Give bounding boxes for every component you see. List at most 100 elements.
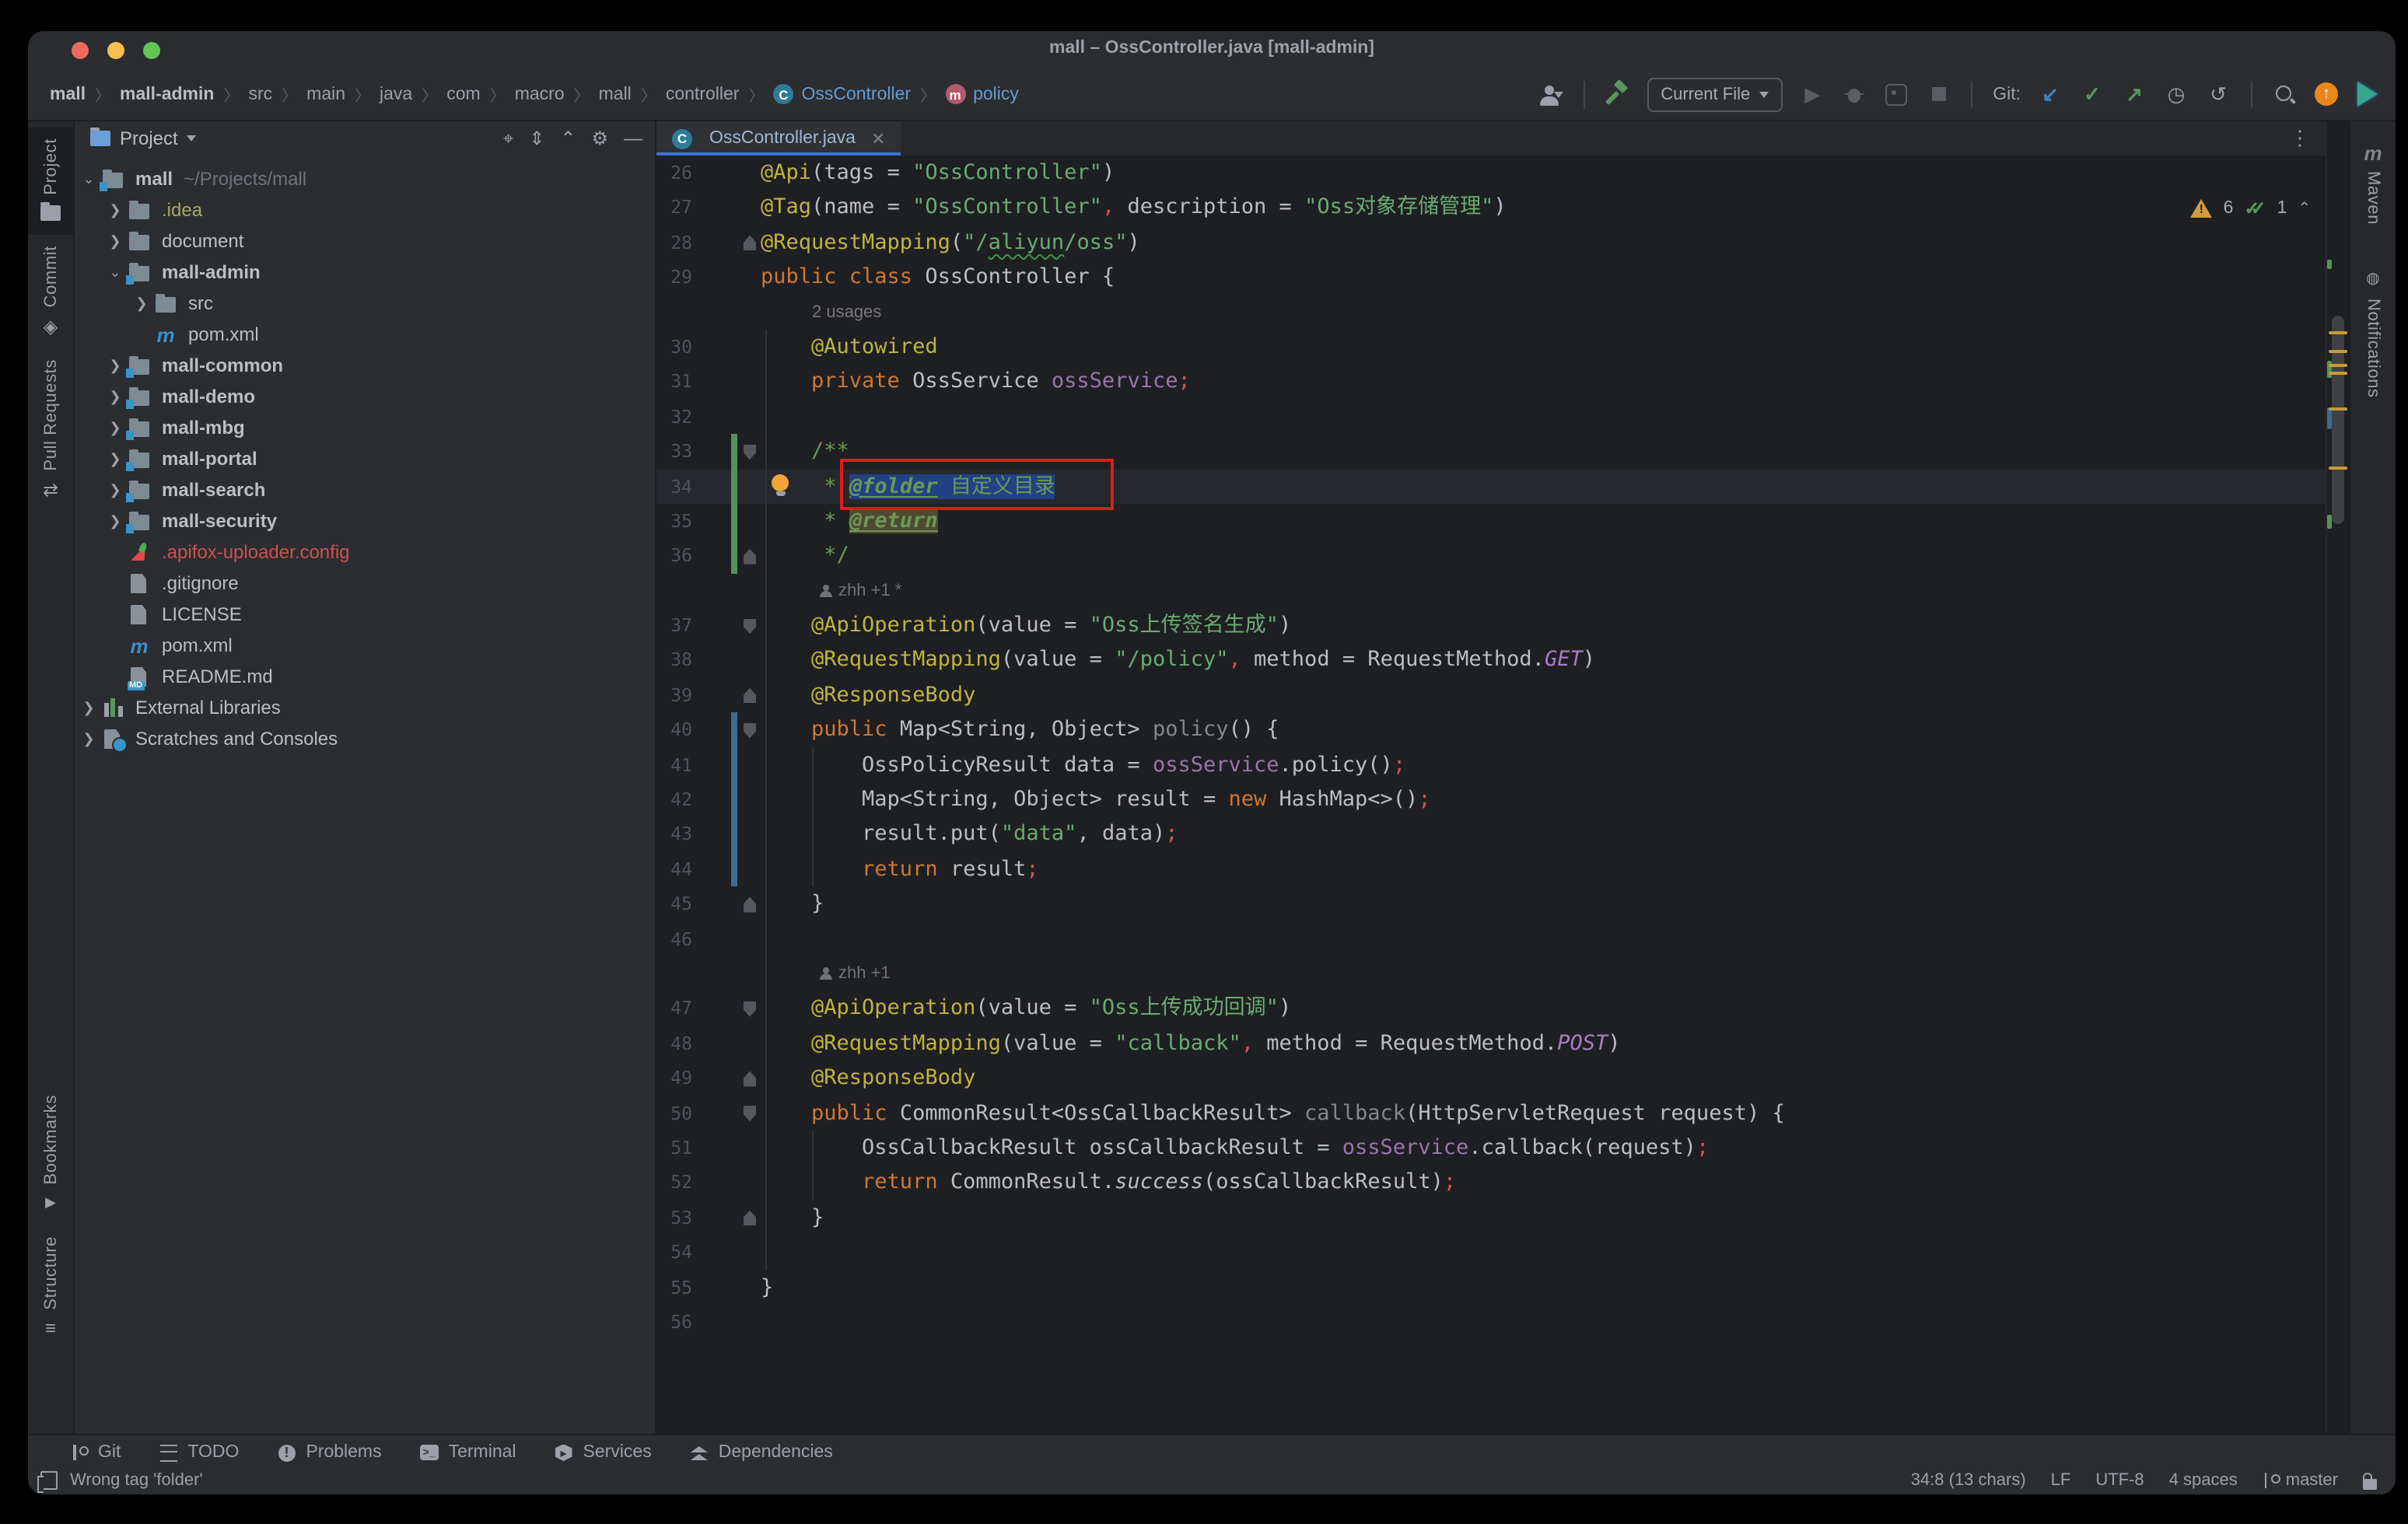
git-update-icon[interactable]: ↙ <box>2038 82 2063 107</box>
breadcrumb-item-macro[interactable]: macro <box>515 85 565 103</box>
caret-position[interactable]: 34:8 (13 chars) <box>1911 1471 2026 1490</box>
chevron-right-icon[interactable]: ❯ <box>107 201 123 218</box>
build-hammer-icon[interactable] <box>1605 82 1629 107</box>
sidebar-item-commit[interactable]: Commit◈ <box>28 236 73 348</box>
vcs-author-inlay[interactable]: zhh +1 <box>818 959 891 989</box>
tree-item-mall-portal[interactable]: ❯mall-portal <box>75 443 655 474</box>
vcs-change-marker[interactable] <box>731 539 737 574</box>
tree-item-pom-xml[interactable]: mpom.xml <box>75 319 655 350</box>
chevron-right-icon[interactable]: ❯ <box>107 388 123 405</box>
tool-window-button-services[interactable]: ▸Services <box>554 1442 652 1463</box>
rollback-icon[interactable]: ↺ <box>2206 82 2231 107</box>
breadcrumb-item-src[interactable]: src <box>248 85 272 103</box>
chevron-right-icon[interactable]: ❯ <box>107 357 123 374</box>
sidebar-item-bookmarks[interactable]: Bookmarks▶ <box>28 1084 73 1225</box>
stop-icon[interactable] <box>1926 82 1951 107</box>
search-everywhere-icon[interactable] <box>2273 82 2298 107</box>
chevron-right-icon[interactable]: ❯ <box>81 699 96 716</box>
breadcrumb-item-com[interactable]: com <box>446 85 480 103</box>
chevron-right-icon[interactable]: ❯ <box>107 419 123 436</box>
vcs-modified-stripe-mark[interactable] <box>2327 407 2332 429</box>
git-commit-check-icon[interactable]: ✓ <box>2080 82 2105 107</box>
tree-item--idea[interactable]: ❯.idea <box>75 194 655 225</box>
breadcrumb-item-controller[interactable]: controller <box>666 85 740 103</box>
tree-item-external-libraries[interactable]: ❯External Libraries <box>75 692 655 723</box>
tool-window-button-problems[interactable]: !Problems <box>276 1442 381 1463</box>
chevron-right-icon[interactable]: ❯ <box>134 295 149 312</box>
chevron-right-icon[interactable]: ❯ <box>107 450 123 467</box>
tool-window-button-todo[interactable]: TODO <box>158 1442 239 1463</box>
tree-item-mall-common[interactable]: ❯mall-common <box>75 350 655 381</box>
debug-icon[interactable] <box>1842 82 1867 107</box>
vcs-change-marker[interactable] <box>731 469 737 504</box>
sidebar-item-project[interactable]: Project <box>28 128 73 236</box>
fold-marker-icon[interactable] <box>742 618 758 634</box>
collapse-all-icon[interactable]: ⌃ <box>560 128 576 149</box>
tree-item-src[interactable]: ❯src <box>75 288 655 319</box>
git-push-icon[interactable]: ↗ <box>2122 82 2147 107</box>
tree-item--gitignore[interactable]: .gitignore <box>75 568 655 599</box>
warning-stripe-mark[interactable] <box>2329 330 2347 334</box>
sidebar-item-notifications[interactable]: ◍Notifications <box>2350 257 2396 408</box>
scrollbar-thumb[interactable] <box>2331 316 2343 524</box>
tree-item-license[interactable]: LICENSE <box>75 599 655 630</box>
fold-marker-icon[interactable] <box>742 444 758 460</box>
breadcrumb-item-java[interactable]: java <box>380 85 412 103</box>
tool-window-button-dependencies[interactable]: Dependencies <box>689 1442 833 1463</box>
tool-window-button-terminal[interactable]: >_Terminal <box>419 1442 516 1463</box>
fold-marker-icon[interactable] <box>742 723 758 739</box>
tool-window-button-git[interactable]: Git <box>68 1442 121 1463</box>
breadcrumb-item-osscontroller[interactable]: COssController <box>773 84 911 104</box>
tree-item-mall-mbg[interactable]: ❯mall-mbg <box>75 412 655 443</box>
tree-item-mall-admin[interactable]: ⌄mall-admin <box>75 257 655 288</box>
fold-marker-icon[interactable] <box>742 1001 758 1017</box>
warning-stripe-mark[interactable] <box>2329 349 2347 352</box>
usages-inlay-hint[interactable]: 2 usages <box>812 298 881 327</box>
tree-item-mall-security[interactable]: ❯mall-security <box>75 505 655 537</box>
locate-file-icon[interactable]: ⌖ <box>503 127 514 150</box>
tree-item--apifox-uploader-config[interactable]: .apifox-uploader.config <box>75 537 655 568</box>
layout-icon[interactable] <box>40 1471 58 1490</box>
unlock-icon[interactable] <box>2363 1478 2377 1489</box>
fold-marker-icon[interactable] <box>742 897 758 912</box>
warning-stripe-mark[interactable] <box>2329 363 2347 366</box>
vcs-change-marker[interactable] <box>731 852 737 887</box>
sidebar-item-maven[interactable]: mMaven <box>2350 131 2396 236</box>
vcs-change-marker[interactable] <box>731 817 737 852</box>
vcs-change-marker[interactable] <box>731 713 737 748</box>
vcs-change-marker[interactable] <box>731 504 737 539</box>
project-view-dropdown-icon[interactable] <box>187 135 197 142</box>
vcs-author-inlay[interactable]: zhh +1 * <box>818 576 901 606</box>
chevron-right-icon[interactable]: ❯ <box>107 512 123 530</box>
hide-panel-icon[interactable]: — <box>624 128 642 149</box>
fold-marker-icon[interactable] <box>742 236 758 251</box>
tree-item-document[interactable]: ❯document <box>75 225 655 257</box>
file-encoding[interactable]: UTF-8 <box>2095 1471 2144 1490</box>
tree-item-readme-md[interactable]: MDREADME.md <box>75 661 655 692</box>
tree-item-pom-xml[interactable]: mpom.xml <box>75 630 655 661</box>
chevron-right-icon[interactable]: ❯ <box>107 481 123 498</box>
code-editor[interactable]: 26@Api(tags = "OssController")27@Tag(nam… <box>656 156 2326 1434</box>
prev-problem-icon[interactable]: ⌃ <box>2298 200 2311 217</box>
vcs-added-stripe-mark[interactable] <box>2327 260 2332 269</box>
fold-marker-icon[interactable] <box>742 1106 758 1121</box>
project-panel-title[interactable]: Project <box>120 128 178 149</box>
breadcrumb-item-mall-admin[interactable]: mall-admin <box>120 85 214 103</box>
ide-update-icon[interactable]: ↑ <box>2315 82 2338 106</box>
line-ending[interactable]: LF <box>2051 1471 2071 1490</box>
fold-marker-icon[interactable] <box>742 688 758 704</box>
warning-stripe-mark[interactable] <box>2329 466 2347 469</box>
breadcrumb-item-policy[interactable]: mpolicy <box>945 84 1019 104</box>
indent-setting[interactable]: 4 spaces <box>2169 1471 2238 1490</box>
fold-marker-icon[interactable] <box>742 1071 758 1086</box>
breadcrumb-item-mall[interactable]: mall <box>50 85 86 103</box>
chevron-right-icon[interactable]: ❯ <box>81 730 96 747</box>
sidebar-item-pull-requests[interactable]: Pull Requests⇄ <box>28 348 73 512</box>
tab-osscontroller[interactable]: C OssController.java ✕ <box>656 121 901 156</box>
chevron-right-icon[interactable]: ❯ <box>107 232 123 250</box>
expand-all-icon[interactable]: ⇕ <box>529 128 544 149</box>
warning-stripe-mark[interactable] <box>2329 371 2347 374</box>
vcs-change-marker[interactable] <box>731 434 737 469</box>
error-stripe-scrollbar[interactable] <box>2326 121 2349 1434</box>
profile-icon[interactable] <box>1538 82 1563 107</box>
